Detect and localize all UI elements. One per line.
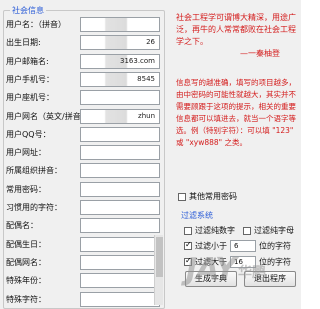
field-label: 用户名：（拼音） — [6, 20, 66, 29]
generate-dictionary-button[interactable]: 生成字典 — [185, 271, 237, 287]
field-input[interactable]: 3163.com — [80, 53, 160, 69]
field-row: 用户座机号： — [6, 90, 162, 106]
checkbox-label: 其他常用密码 — [189, 192, 237, 201]
field-row: 出生日期: 26 — [6, 35, 162, 51]
filter-letters-checkbox[interactable]: 过滤纯字母 — [243, 225, 294, 236]
checkbox-label: 过滤纯字母 — [254, 226, 294, 235]
filter-group-title: 过滤系统 — [179, 210, 215, 221]
field-label: 用户网址： — [6, 148, 46, 158]
checkbox-box[interactable] — [243, 226, 251, 235]
field-input[interactable] — [80, 291, 160, 307]
field-input[interactable] — [80, 218, 160, 234]
filter-max-label: 过滤大于 — [195, 257, 227, 267]
filter-min-option: 过滤小于6位的字符 — [184, 240, 291, 252]
field-input[interactable] — [80, 200, 160, 215]
checkbox-box[interactable] — [178, 192, 186, 201]
field-row: 所属组织拼音： — [6, 163, 162, 179]
field-row: 配偶生日： — [6, 236, 162, 253]
field-input[interactable] — [80, 90, 160, 106]
field-input[interactable] — [80, 273, 160, 289]
field-row: 习惯用的字符： — [6, 200, 162, 216]
filter-min-suffix: 位的字符 — [259, 241, 291, 251]
field-label: 配偶网名： — [6, 257, 46, 267]
field-input[interactable] — [80, 145, 160, 161]
filter-min-label: 过滤小于 — [195, 241, 227, 251]
field-label: 出生日期: — [6, 38, 41, 48]
checkbox-box[interactable] — [184, 226, 192, 235]
field-row: 用户邮箱名: 3163.com — [6, 53, 162, 70]
field-label: 用户网名（英文/拼音） — [6, 111, 82, 121]
field-input[interactable] — [80, 163, 160, 179]
checkbox-label: 过滤纯数字 — [195, 226, 235, 235]
field-label: 特殊字符： — [6, 294, 46, 304]
hint-note: 信息写的越准确，填写的项目越多，由中密码的可能性就越大，其实并不需要顾跟于这项的… — [176, 78, 296, 147]
field-row: 用户手机号： 8545 — [6, 71, 162, 88]
exit-button[interactable]: 退出程序 — [244, 271, 296, 287]
field-label: 特殊年份： — [6, 276, 46, 286]
field-label: 习惯用的字符： — [6, 203, 62, 212]
field-row: 用户网名（英文/拼音） zhun — [6, 108, 162, 125]
field-input[interactable] — [80, 126, 160, 142]
scrollbar[interactable] — [154, 235, 163, 305]
scrollbar-thumb[interactable] — [156, 237, 163, 277]
field-label: 常用密码： — [6, 184, 46, 194]
field-label: 配偶名： — [6, 221, 38, 231]
field-row: 特殊年份： — [6, 273, 162, 289]
field-row: 常用密码： — [6, 181, 162, 198]
field-row: 用户网址： — [6, 145, 162, 161]
field-label: 用户手机号： — [6, 74, 54, 84]
field-label: 用户QQ号： — [6, 129, 51, 139]
field-input[interactable]: 8545 — [80, 71, 160, 87]
field-row: 配偶名： — [6, 218, 162, 234]
filter-digits-checkbox[interactable]: 过滤纯数字 — [184, 225, 235, 236]
field-row: 用户QQ号： — [6, 126, 162, 143]
field-input[interactable]: zhun — [80, 108, 160, 124]
group-title: 社会信息 — [10, 5, 46, 16]
field-input[interactable] — [80, 17, 160, 32]
filter-min-checkbox[interactable] — [184, 240, 192, 250]
app-window: 社会信息 用户名：（拼音） 出生日期: 26 用户邮箱名: 3163.com 用户手机号：… — [0, 0, 301, 309]
quote-signature: —一秦柚登 — [240, 49, 280, 58]
field-label: 用户邮箱名: — [6, 56, 49, 66]
field-label: 所属组织拼音： — [6, 166, 62, 176]
field-label: 用户座机号： — [6, 93, 54, 103]
field-row: 配偶网名： — [6, 254, 162, 271]
field-input[interactable] — [80, 236, 160, 252]
other-common-password-checkbox[interactable]: 其他常用密码 — [178, 191, 237, 202]
filter-max-option: 过滤大于16位的字符 — [184, 256, 291, 268]
quote-text: 社会工程学可谓博大精深，用途广泛，再牛的人常常都败在社会工程学之下。 — [176, 13, 296, 46]
filter-max-suffix: 位的字符 — [259, 257, 291, 267]
filter-max-input[interactable]: 16 — [230, 256, 256, 268]
field-row: 用户名：（拼音） — [6, 17, 162, 33]
field-input[interactable] — [80, 181, 160, 197]
filter-min-input[interactable]: 6 — [230, 240, 256, 252]
field-row: 特殊字符： — [6, 291, 162, 308]
quote-note: 社会工程学可谓博大精深，用途广泛，再牛的人常常都败在社会工程学之下。 —一秦柚登 — [176, 12, 298, 60]
filter-max-checkbox[interactable] — [184, 256, 192, 266]
field-input[interactable] — [80, 254, 160, 270]
field-input[interactable]: 26 — [80, 35, 160, 51]
field-label: 配偶生日： — [6, 239, 46, 249]
